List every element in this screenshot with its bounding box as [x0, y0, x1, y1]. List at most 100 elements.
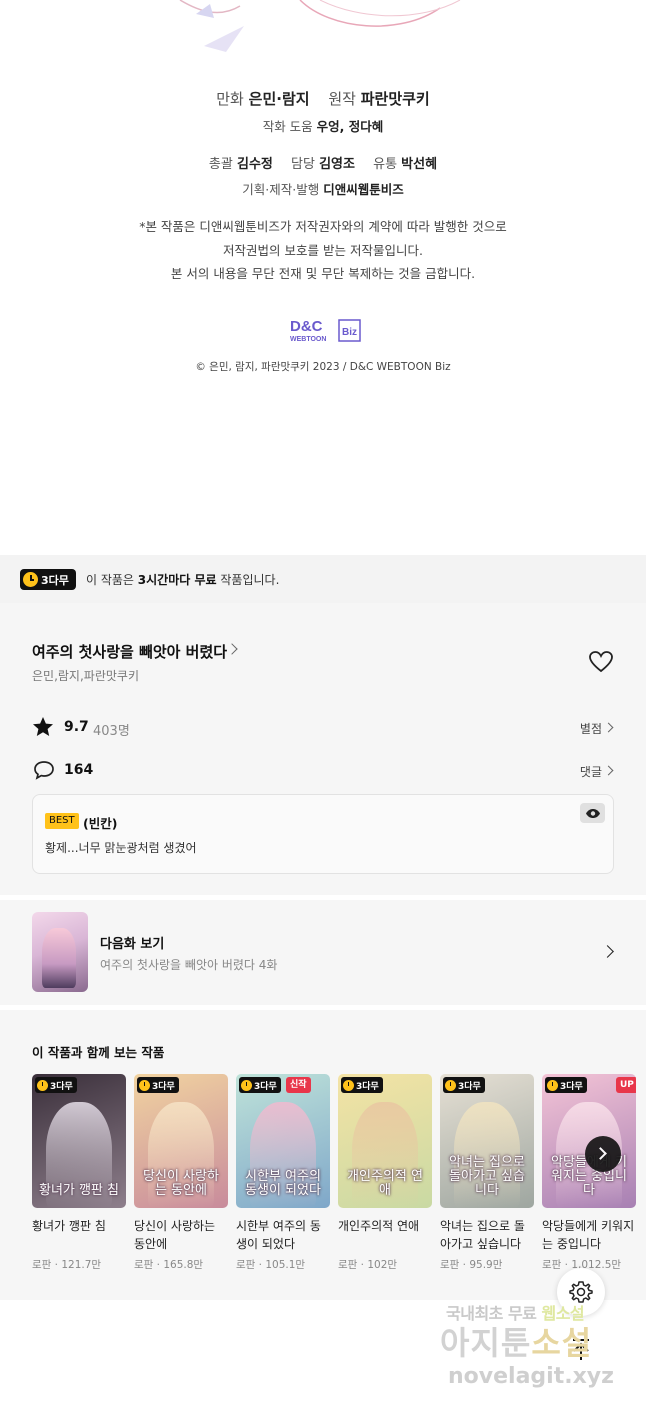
speech-bubble-icon [34, 761, 54, 780]
status-tag: UP [616, 1077, 636, 1093]
recommendation-card[interactable]: 3다무악녀는 집으로 돌아가고 싶습니다 악녀는 집으로 돌아가고 싶습니다로판 … [440, 1074, 534, 1272]
rating-count: 403명 [93, 724, 130, 739]
credit-role-label: 기획·제작·발행 [242, 182, 320, 197]
clock-icon [37, 1079, 48, 1091]
watermark-text: 소설 [531, 1324, 593, 1362]
free-3h-badge: 3다무 [443, 1077, 485, 1093]
banner-text: 이 작품은 3시간마다 무료 작품입니다. [86, 571, 279, 588]
star-icon [33, 717, 53, 736]
heart-icon[interactable] [588, 650, 614, 674]
credit-line-staff: 총괄 김수정 담당 김영조 유통 박선혜 [0, 153, 646, 172]
rating-link[interactable]: 별점 [580, 720, 602, 737]
clock-icon [343, 1079, 354, 1091]
credit-name: 김영조 [319, 157, 355, 172]
badge-label: 3다무 [152, 1081, 175, 1092]
chevron-right-icon [603, 765, 614, 776]
free-3h-badge: 3다무 [341, 1077, 383, 1093]
best-comment-card[interactable]: BEST (빈칸) 황제...너무 맑눈광처럼 생겼어 [32, 794, 614, 874]
chevron-right-icon [601, 945, 614, 958]
site-watermark: 국내최초 무료 웹소설 아지툰소설 novelagit.xyz [440, 1298, 640, 1403]
recommendation-card[interactable]: 3다무 황녀가 깽판 침 황녀가 깽판 침 로판 · 121.7만 [32, 1074, 126, 1272]
credit-name: 우엉, 정다혜 [316, 119, 384, 134]
recommendation-cover: 3다무당신이 사랑하는 동안에 [134, 1074, 228, 1208]
credit-role-label: 유통 [373, 157, 398, 172]
next-episode-subtitle: 여주의 첫사랑을 빼앗아 버렸다 4화 [100, 958, 278, 972]
notice-line: 본 서의 내용을 무단 전재 및 무단 복제하는 것을 금합니다. [170, 266, 476, 281]
eye-icon [585, 808, 600, 818]
cover-title: 당신이 사랑하는 동안에 [143, 1169, 219, 1198]
copyright-notice: *본 작품은 디앤씨웹툰비즈가 저작권자와의 계약에 따라 발행한 것으로 저작… [0, 215, 646, 286]
best-badge: BEST [45, 813, 79, 829]
recommendation-title: 악당들에게 키워지는 중입니다 [542, 1219, 635, 1251]
svg-text:D&C: D&C [290, 318, 323, 335]
work-info-section: 여주의 첫사랑을 빼앗아 버렸다 은민,람지,파란맛쿠키 9.7 403명 별점… [0, 603, 646, 895]
badge-label: 3다무 [458, 1081, 481, 1092]
recommendation-title: 당신이 사랑하는 동안에 [134, 1219, 216, 1251]
badge-label: 3다무 [560, 1081, 583, 1092]
recommendation-title: 황녀가 깽판 침 [32, 1219, 106, 1233]
copyright-line: © 은민, 람지, 파란맛쿠키 2023 / D&C WEBTOON Biz [195, 361, 451, 373]
credit-line-assist: 작화 도움 우엉, 정다혜 [0, 116, 646, 135]
badge-label: 3다무 [254, 1081, 277, 1092]
carousel-next-button[interactable] [585, 1136, 621, 1172]
credit-role-label: 작화 도움 [262, 119, 313, 134]
watermark-line-2: 아지툰소설 [440, 1318, 592, 1364]
status-tag: 신작 [286, 1077, 311, 1093]
credit-name: 디앤씨웹툰비즈 [323, 182, 404, 197]
banner-text-pre: 이 작품은 [86, 573, 138, 587]
clock-icon [445, 1079, 456, 1091]
next-episode-card[interactable]: 다음화 보기 여주의 첫사랑을 빼앗아 버렸다 4화 [0, 900, 646, 1005]
work-title-link[interactable]: 여주의 첫사랑을 빼앗아 버렸다 [32, 641, 227, 662]
cover-title: 시한부 여주의 동생이 되었다 [245, 1169, 321, 1198]
recommendation-card[interactable]: 3다무 개인주의적 연애 개인주의적 연애 로판 · 102만 [338, 1074, 432, 1272]
banner-text-bold: 3시간마다 무료 [137, 573, 217, 587]
free-3h-badge: 3다무 [20, 569, 76, 590]
svg-text:WEBTOON: WEBTOON [290, 336, 326, 343]
clock-icon [241, 1079, 252, 1091]
recommendation-cover: 3다무악녀는 집으로 돌아가고 싶습니다 [440, 1074, 534, 1208]
free-3h-badge: 3다무 [137, 1077, 179, 1093]
credits-section: 만화 은민·람지 원작 파란맛쿠키 작화 도움 우엉, 정다혜 총괄 김수정 담… [0, 0, 646, 555]
recommendation-title: 개인주의적 연애 [338, 1219, 420, 1233]
recommendations-section: 이 작품과 함께 보는 작품 3다무 황녀가 깽판 침 황녀가 깽판 침 로판 · 1… [0, 1010, 646, 1300]
chevron-right-icon [226, 643, 238, 655]
credit-name: 김수정 [236, 157, 273, 172]
work-authors: 은민,람지,파란맛쿠키 [32, 669, 139, 683]
badge-label: 3다무 [41, 573, 69, 587]
chevron-right-icon [594, 1147, 607, 1160]
next-episode-thumbnail [32, 912, 88, 992]
watermark-text: 아지툰 [440, 1324, 532, 1362]
credit-name: 은민·람지 [248, 90, 310, 108]
credit-role-label: 원작 [328, 90, 356, 108]
credit-name: 박선혜 [401, 157, 438, 172]
cover-title: 개인주의적 연애 [347, 1169, 423, 1198]
dnc-webtoon-biz-logo: D&C WEBTOON Biz [290, 318, 361, 343]
spoiler-toggle-button[interactable] [580, 803, 605, 823]
comment-text: 황제...너무 맑눈광처럼 생겼어 [45, 841, 197, 855]
clock-icon [23, 572, 38, 587]
comment-link[interactable]: 댓글 [580, 763, 602, 780]
recommendation-card[interactable]: 3다무 당신이 사랑하는 동안에 당신이 사랑하는 동안에 로판 · 165.8만 [134, 1074, 228, 1272]
credit-name: 파란맛쿠키 [360, 90, 430, 108]
recommendation-card[interactable]: 3다무 신작 시한부 여주의 동생이 되었다 시한부 여주의 동생이 되었다 로판 · … [236, 1074, 330, 1272]
free-every-3-hours-banner: 3다무 이 작품은 3시간마다 무료 작품입니다. [0, 555, 646, 603]
recommendation-meta: 로판 · 95.9만 [440, 1259, 503, 1271]
notice-line: *본 작품은 디앤씨웹툰비즈가 저작권자와의 계약에 따라 발행한 것으로 [139, 219, 507, 234]
decorative-ribbon-illustration [179, 0, 461, 52]
clock-icon [547, 1079, 558, 1091]
recommendation-cover: 3다무개인주의적 연애 [338, 1074, 432, 1208]
next-episode-label: 다음화 보기 [100, 937, 165, 952]
rating-row: 9.7 403명 별점 [32, 714, 614, 742]
credit-role-label: 담당 [291, 157, 315, 172]
cover-title: 악녀는 집으로 돌아가고 싶습니다 [449, 1155, 525, 1198]
banner-text-post: 작품입니다. [216, 573, 280, 587]
watermark-url: novelagit.xyz [448, 1364, 614, 1389]
rating-value: 9.7 [64, 719, 89, 735]
recommendation-meta: 로판 · 165.8만 [134, 1259, 204, 1271]
comment-author: (빈칸) [83, 816, 118, 831]
notice-line: 저작권법의 보호를 받는 저작물입니다. [223, 242, 423, 258]
recommendation-card[interactable]: 3다무 UP 악당들에게 키워지는 중입니다 악당들에게 키워지는 중입니다 로판 · … [542, 1074, 636, 1272]
chevron-right-icon [603, 722, 614, 733]
recommendation-meta: 로판 · 102만 [338, 1259, 398, 1271]
recommendation-cover: 3다무 신작시한부 여주의 동생이 되었다 [236, 1074, 330, 1208]
